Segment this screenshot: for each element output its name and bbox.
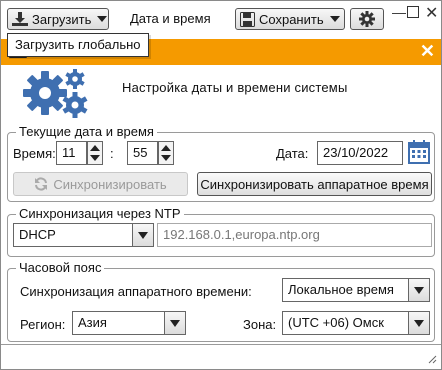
chevron-down-icon (97, 16, 108, 22)
save-button[interactable]: Сохранить (235, 8, 345, 30)
banner-close-button[interactable]: ✕ (420, 41, 435, 62)
region-select[interactable]: Азия (72, 311, 186, 335)
load-button[interactable]: Загрузить (7, 8, 109, 30)
hours-field[interactable]: 11 (56, 141, 87, 165)
hw-time-select[interactable]: Локальное время (282, 278, 430, 302)
gears-icon (23, 67, 119, 124)
ntp-group-label: Синхронизация через NTP (16, 206, 184, 222)
datetime-window: Загрузить Дата и время Сохранить — ✕ Заг… (0, 0, 442, 370)
sync-button-label: Синхронизировать (53, 176, 167, 192)
minutes-stepper[interactable] (158, 141, 174, 165)
region-value: Азия (78, 315, 107, 330)
zone-label: Зона: (243, 317, 277, 332)
ntp-servers-field[interactable]: 192.168.0.1,europa.ntp.org (157, 223, 432, 247)
hours-stepper[interactable] (87, 141, 103, 165)
chevron-down-icon (329, 16, 340, 22)
hw-sync-button[interactable]: Синхронизировать аппаратное время (197, 172, 432, 196)
sync-button[interactable]: Синхронизировать (13, 172, 188, 196)
status-bar (1, 344, 441, 370)
timezone-group-label: Часовой пояс (16, 260, 105, 276)
close-button[interactable]: ✕ (425, 3, 438, 23)
load-button-label: Загрузить (32, 11, 92, 27)
gear-icon (359, 11, 375, 27)
date-field[interactable]: 23/10/2022 (317, 141, 403, 165)
chevron-down-icon[interactable] (408, 312, 429, 334)
time-label: Время: (13, 146, 56, 161)
resize-grip-icon[interactable] (427, 352, 437, 367)
calendar-icon[interactable] (408, 140, 430, 167)
window-title: Дата и время (130, 11, 211, 26)
maximize-button[interactable] (407, 5, 419, 21)
download-icon (12, 12, 28, 26)
hw-time-value: Локальное время (288, 282, 394, 297)
datetime-group-label: Текущие дата и время (16, 124, 157, 140)
date-label: Дата: (276, 146, 309, 161)
floppy-icon (240, 11, 255, 27)
time-separator: : (110, 146, 114, 161)
minimize-button[interactable]: — (392, 4, 406, 20)
ntp-mode-value: DHCP (19, 227, 56, 242)
chevron-down-icon[interactable] (408, 279, 429, 301)
refresh-icon (34, 177, 48, 191)
region-label: Регион: (20, 317, 66, 332)
page-heading: Настройка даты и времени системы (122, 80, 348, 95)
maximize-icon (407, 6, 419, 18)
hw-sync-button-label: Синхронизировать аппаратное время (200, 176, 429, 192)
zone-value: (UTC +06) Омск (288, 315, 384, 330)
ntp-mode-select[interactable]: DHCP (13, 223, 154, 247)
settings-button[interactable] (350, 8, 384, 30)
zone-select[interactable]: (UTC +06) Омск (282, 311, 430, 335)
hw-time-label: Синхронизация аппаратного времени: (20, 284, 252, 299)
load-tooltip: Загрузить глобально (7, 33, 149, 57)
minutes-field[interactable]: 55 (127, 141, 158, 165)
save-button-label: Сохранить (259, 11, 324, 27)
chevron-down-icon[interactable] (164, 312, 185, 334)
chevron-down-icon[interactable] (132, 224, 153, 246)
